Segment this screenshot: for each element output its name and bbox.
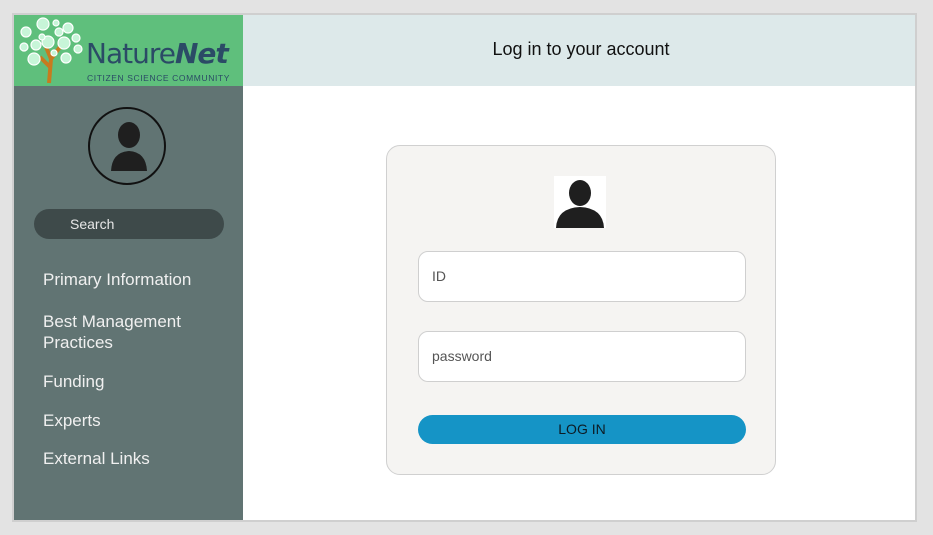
page-header: Log in to your account [243,15,915,86]
sidebar-item-funding[interactable]: Funding [43,371,223,392]
password-field[interactable]: password [418,331,746,382]
user-icon [554,176,606,228]
sidebar-item-best-management-practices[interactable]: Best Management Practices [43,311,223,353]
profile-avatar[interactable] [88,107,166,185]
app-frame: NatureNet CITIZEN SCIENCE COMMUNITY Log … [12,13,917,522]
logo[interactable]: NatureNet CITIZEN SCIENCE COMMUNITY [14,15,243,86]
tree-logo-icon [19,17,83,84]
login-card: ID password LOG IN [386,145,776,475]
brand-name: NatureNet [86,37,229,70]
id-field[interactable]: ID [418,251,746,302]
search-input[interactable]: Search [34,209,224,239]
login-button[interactable]: LOG IN [418,415,746,444]
sidebar-item-experts[interactable]: Experts [43,410,223,431]
sidebar-item-primary-information[interactable]: Primary Information [43,269,223,290]
sidebar: Search Primary Information Best Manageme… [14,86,243,520]
brand-bold: Net [174,37,229,70]
user-icon [111,122,147,171]
page-title: Log in to your account [492,39,670,59]
brand-tagline: CITIZEN SCIENCE COMMUNITY [87,73,230,83]
brand-regular: Nature [86,37,176,70]
sidebar-item-external-links[interactable]: External Links [43,448,223,469]
